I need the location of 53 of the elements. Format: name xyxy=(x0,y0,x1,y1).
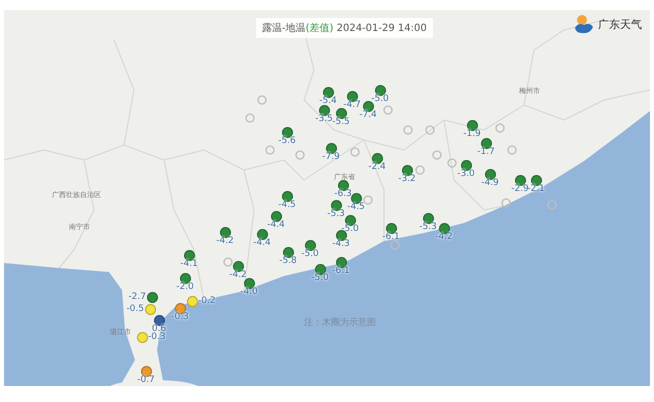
station-value: -5.4 xyxy=(318,96,338,106)
station-value: -0.5 xyxy=(125,304,144,314)
station-value: -4.2 xyxy=(434,232,454,242)
station-value: -4.0 xyxy=(239,287,259,297)
station-value: -5.5 xyxy=(332,117,351,127)
logo-text: 广东天气 xyxy=(598,16,642,32)
station-value: -5.0 xyxy=(310,273,330,283)
station-value: -6.3 xyxy=(333,189,353,199)
station-value: -7.4 xyxy=(358,110,378,120)
empty-station-ring xyxy=(390,240,400,250)
empty-station-ring xyxy=(295,150,305,160)
station-value: -5.6 xyxy=(277,136,297,146)
station-value: -5.0 xyxy=(370,94,390,104)
sun-cloud-icon xyxy=(572,12,596,36)
station-value: -0.3 xyxy=(170,312,190,322)
empty-station-ring xyxy=(547,200,557,210)
station-value: -4.5 xyxy=(346,202,366,212)
station-value: -4.5 xyxy=(277,200,297,210)
station-value: -5.0 xyxy=(340,224,360,234)
station-value: -4.1 xyxy=(179,259,199,269)
station-value: -4.2 xyxy=(228,270,248,280)
station-value: -3.2 xyxy=(397,174,417,184)
station-value: -5.0 xyxy=(300,249,320,259)
station-value: -4.9 xyxy=(480,178,500,188)
station-value: -0.2 xyxy=(198,296,217,306)
map-title: 露温-地温(差值) 2024-01-29 14:00 xyxy=(256,18,433,38)
station-value: -0.7 xyxy=(136,375,156,385)
empty-station-ring xyxy=(507,145,517,155)
station-value: -2.4 xyxy=(367,162,387,172)
station-value: -4.7 xyxy=(342,100,362,110)
empty-station-ring xyxy=(495,123,505,133)
station-value: -6.1 xyxy=(381,232,401,242)
station-value: -1.7 xyxy=(476,147,496,157)
station-value: -5.3 xyxy=(326,209,346,219)
empty-station-ring xyxy=(350,147,360,157)
station-value: -1.9 xyxy=(462,129,482,139)
station-value: -0.3 xyxy=(148,332,167,342)
map-note: 注：木圈为示意图 xyxy=(304,316,376,329)
station-value: -5.3 xyxy=(418,222,438,232)
empty-station-ring xyxy=(425,125,435,135)
empty-station-ring xyxy=(223,257,233,267)
empty-station-ring xyxy=(265,145,275,155)
station-value: -4.4 xyxy=(266,220,286,230)
empty-station-ring xyxy=(501,198,511,208)
station-value: -2.7 xyxy=(127,292,146,302)
station-value: -4.4 xyxy=(252,238,272,248)
station-value: -3.0 xyxy=(456,169,476,179)
station-value: -4.2 xyxy=(215,236,235,246)
station-value: -4.3 xyxy=(331,239,351,249)
station-value: -6.1 xyxy=(331,266,351,276)
station-value: -7.9 xyxy=(321,152,341,162)
station-value: -2.0 xyxy=(175,282,195,292)
station-value: -5.8 xyxy=(278,256,298,266)
